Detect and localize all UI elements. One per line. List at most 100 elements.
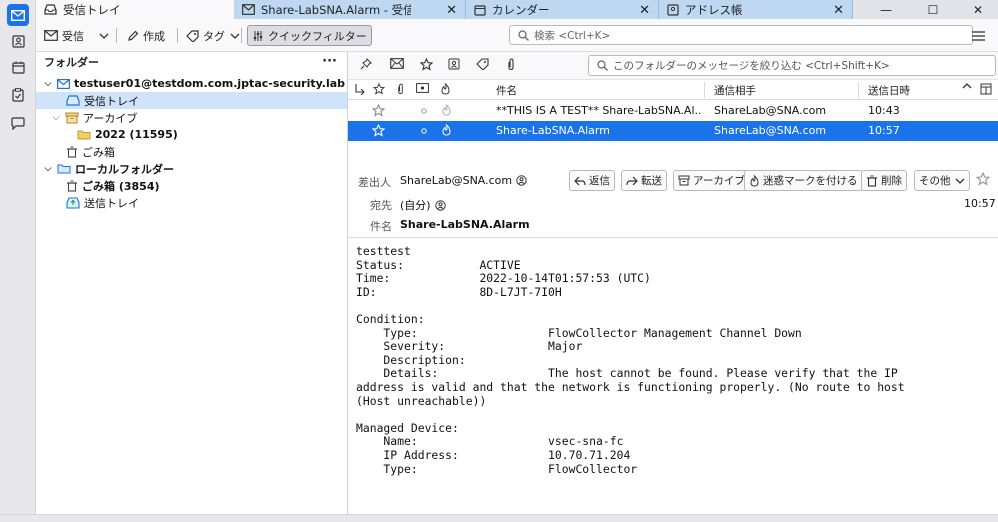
mail-account-icon — [57, 78, 70, 89]
star-filter-icon[interactable] — [420, 58, 433, 71]
archive-button[interactable]: アーカイブ — [673, 170, 750, 191]
tasks-space-button[interactable] — [7, 84, 29, 106]
chevron-down-icon[interactable]: ⌵ — [42, 79, 54, 89]
column-header-subject[interactable]: 件名 — [496, 83, 517, 98]
folder-trash[interactable]: ごみ箱 — [36, 143, 347, 160]
read-status-dot-icon[interactable] — [420, 127, 428, 135]
column-separator[interactable] — [704, 82, 705, 98]
folder-account[interactable]: ⌵ testuser01@testdom.com.jptac-security.… — [36, 75, 347, 92]
message-row-selected[interactable]: Share-LabSNA.Alarm ShareLab@SNA.com 10:5… — [348, 121, 998, 141]
message-row[interactable]: **THIS IS A TEST** Share-LabSNA.Al... Sh… — [348, 101, 998, 121]
contact-icon[interactable] — [434, 199, 446, 211]
message-subject: **THIS IS A TEST** Share-LabSNA.Al... — [496, 104, 701, 117]
maximize-button[interactable]: ☐ — [921, 1, 945, 18]
column-header-date[interactable]: 送信日時 — [868, 83, 910, 98]
folder-local[interactable]: ⌵ ローカルフォルダー — [36, 160, 347, 177]
message-list-header: 件名 通信相手 送信日時 — [348, 80, 998, 100]
contact-icon[interactable] — [516, 175, 527, 186]
chevron-down-icon[interactable]: ⌵ — [50, 113, 62, 123]
toolbar-separator — [116, 28, 117, 43]
inbox-icon — [66, 95, 80, 106]
tag-button[interactable]: タグ — [186, 25, 240, 46]
star-icon[interactable] — [372, 104, 385, 117]
close-icon[interactable]: ✕ — [446, 3, 457, 18]
folder-label: アーカイブ — [83, 111, 138, 125]
forward-button[interactable]: 転送 — [621, 170, 667, 191]
junk-column-icon[interactable] — [440, 83, 451, 95]
mail-icon — [11, 9, 25, 21]
from-value[interactable]: ShareLab@SNA.com — [400, 174, 527, 187]
tag-icon — [186, 29, 199, 42]
tab-calendar[interactable]: カレンダー ✕ — [466, 0, 659, 19]
star-column-icon[interactable] — [373, 83, 385, 95]
chevron-down-icon[interactable]: ⌵ — [42, 164, 54, 174]
address-book-space-button[interactable] — [7, 30, 29, 52]
folder-inbox[interactable]: 受信トレイ — [36, 92, 347, 109]
unread-filter-icon[interactable] — [390, 58, 404, 69]
tab-address-book[interactable]: アドレス帳 ✕ — [659, 0, 853, 19]
message-list-toolbar: このフォルダーのメッセージを絞り込む <Ctrl+Shift+K> — [348, 52, 998, 80]
hamburger-icon — [972, 30, 985, 41]
read-status-dot-icon[interactable] — [420, 107, 428, 115]
close-window-button[interactable]: ✕ — [966, 1, 990, 18]
close-icon[interactable]: ✕ — [833, 3, 844, 18]
column-picker-icon[interactable] — [980, 83, 992, 95]
tag-filter-icon[interactable] — [476, 58, 489, 70]
folder-local-trash[interactable]: ごみ箱 (3854) — [36, 177, 347, 194]
more-button[interactable]: その他 — [914, 170, 970, 191]
tab-inbox[interactable]: 受信トレイ — [36, 0, 234, 19]
chat-space-button[interactable] — [7, 112, 29, 134]
attachment-column-icon[interactable] — [396, 83, 405, 95]
sort-ascending-icon[interactable] — [962, 83, 972, 89]
calendar-icon — [11, 61, 25, 74]
star-message-icon[interactable] — [976, 172, 990, 186]
column-separator[interactable] — [858, 82, 859, 98]
archive-icon — [678, 175, 690, 186]
tag-label: タグ — [203, 29, 225, 43]
junk-button[interactable]: 迷惑マークを付ける — [744, 170, 863, 191]
download-mail-icon — [44, 30, 58, 41]
junk-status-icon[interactable] — [441, 124, 452, 136]
delete-label: 削除 — [881, 175, 902, 187]
global-search-input[interactable]: 検索 <Ctrl+K> — [509, 25, 973, 45]
delete-button[interactable]: 削除 — [861, 170, 907, 191]
folder-label: ローカルフォルダー — [75, 162, 174, 176]
junk-status-icon[interactable] — [441, 104, 452, 116]
tab-message[interactable]: Share-LabSNA.Alarm - 受信 ✕ — [234, 0, 466, 19]
attachment-filter-icon[interactable] — [506, 58, 516, 71]
quick-filter-label: クイックフィルター — [268, 29, 367, 43]
folder-archive[interactable]: ⌵ アーカイブ — [36, 109, 347, 126]
close-icon[interactable]: ✕ — [639, 3, 650, 18]
get-messages-button[interactable]: 受信 — [44, 25, 84, 46]
trash-icon — [867, 175, 877, 187]
read-status-column-icon[interactable] — [416, 83, 429, 94]
message-time: 10:57 — [964, 197, 996, 210]
thread-column-icon[interactable] — [354, 83, 366, 95]
write-button[interactable]: 作成 — [127, 25, 165, 46]
column-header-correspondent[interactable]: 通信相手 — [714, 83, 756, 98]
quick-filter-button[interactable]: クイックフィルター — [247, 25, 372, 46]
trash-icon — [66, 180, 78, 192]
to-value[interactable]: (自分) — [400, 197, 446, 213]
folder-archive-2022[interactable]: 2022 (11595) — [36, 126, 347, 143]
app-menu-button[interactable] — [972, 25, 985, 46]
junk-flame-icon — [750, 174, 759, 187]
reply-icon — [574, 176, 586, 185]
mail-space-button[interactable] — [7, 4, 29, 26]
message-body: testtest Status: ACTIVE Time: 2022-10-14… — [356, 244, 905, 476]
chevron-down-icon — [99, 33, 109, 39]
reply-button[interactable]: 返信 — [569, 170, 615, 191]
star-icon[interactable] — [372, 124, 385, 137]
quick-filter-input[interactable]: このフォルダーのメッセージを絞り込む <Ctrl+Shift+K> — [588, 55, 996, 76]
folder-label: 2022 (11595) — [95, 128, 178, 141]
folder-outbox[interactable]: 送信トレイ — [36, 194, 347, 211]
toolbar-separator — [177, 28, 178, 43]
calendar-space-button[interactable] — [7, 56, 29, 78]
from-address: ShareLab@SNA.com — [400, 174, 513, 187]
pin-icon[interactable] — [360, 58, 372, 70]
folder-pane-menu-button[interactable]: ··· — [322, 54, 337, 69]
contact-filter-icon[interactable] — [448, 58, 460, 70]
get-messages-dropdown[interactable] — [99, 25, 109, 46]
minimize-button[interactable]: — — [874, 1, 898, 18]
from-label: 差出人 — [358, 176, 391, 189]
